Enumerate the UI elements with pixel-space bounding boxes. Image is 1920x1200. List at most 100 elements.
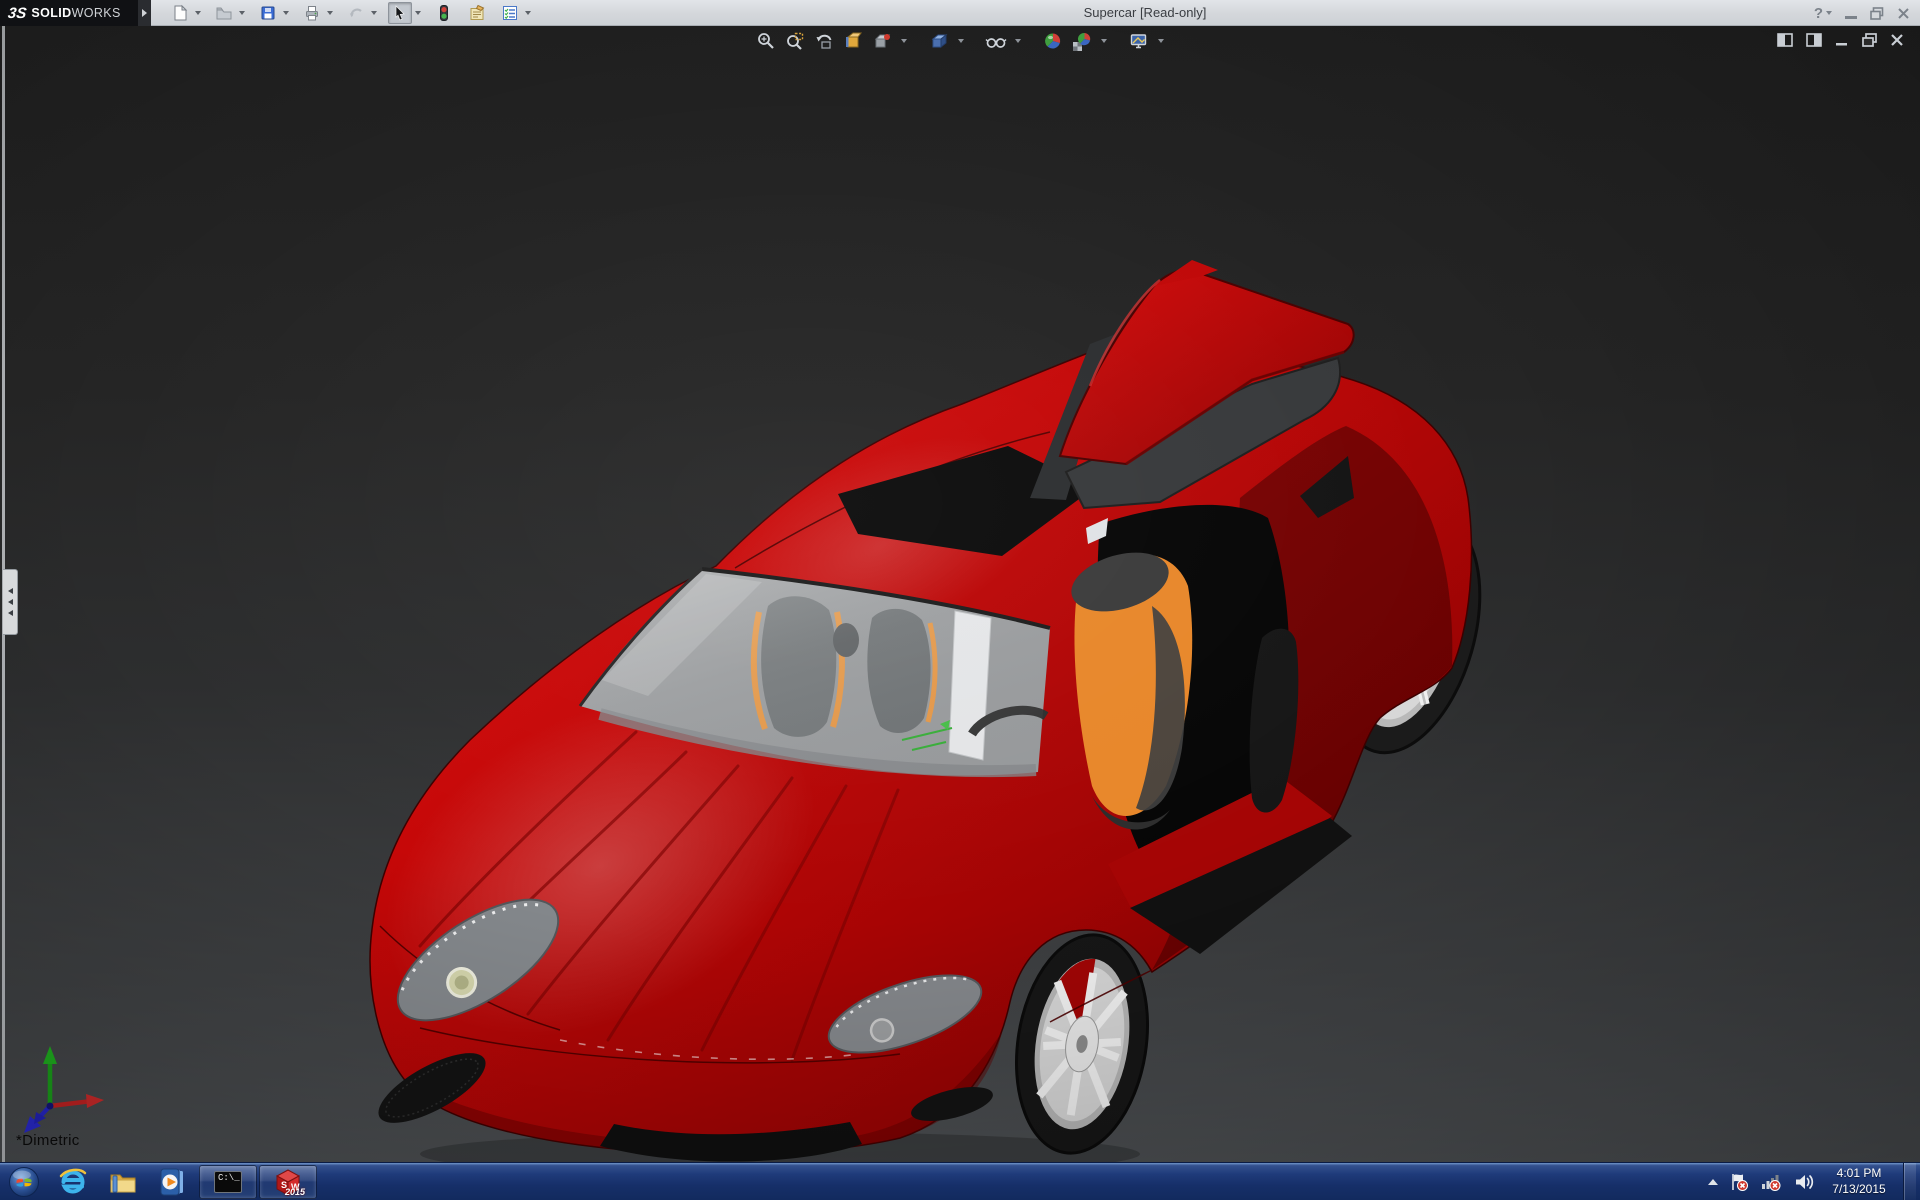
window-controls: ? (1814, 0, 1910, 26)
start-button[interactable] (0, 1163, 48, 1200)
annotation-views-button[interactable] (870, 29, 894, 53)
pane-right-button[interactable] (1806, 33, 1822, 47)
new-document-icon (171, 4, 189, 22)
restore-icon (1870, 7, 1884, 20)
open-folder-icon (215, 4, 233, 22)
pane-right-icon (1806, 33, 1822, 47)
taskbar-item-windows-explorer[interactable] (98, 1163, 148, 1200)
clock-date: 7/13/2015 (1826, 1182, 1892, 1198)
media-player-icon (158, 1167, 188, 1197)
options-button[interactable] (498, 2, 522, 24)
doc-minimize-icon (1835, 33, 1849, 47)
traffic-light-button[interactable] (432, 2, 456, 24)
new-document-dropdown[interactable] (192, 2, 203, 24)
system-tray: 4:01 PM 7/13/2015 (1708, 1163, 1920, 1200)
taskbar: C:\_ S W 2015 (0, 1162, 1920, 1200)
select-dropdown[interactable] (412, 2, 423, 24)
open-document-dropdown[interactable] (236, 2, 247, 24)
zoom-to-area-button[interactable] (783, 29, 807, 53)
view-orientation-button[interactable] (927, 29, 951, 53)
close-icon (1897, 7, 1910, 20)
network-status-button[interactable] (1760, 1172, 1782, 1192)
section-view-icon (843, 31, 863, 51)
action-center-button[interactable] (1729, 1172, 1749, 1192)
taskbar-item-internet-explorer[interactable] (48, 1163, 98, 1200)
solidworks-logo-solid: SOLID (31, 6, 71, 20)
help-button[interactable]: ? (1814, 5, 1832, 22)
annotation-views-icon (872, 31, 892, 51)
print-dropdown[interactable] (324, 2, 335, 24)
solidworks-window: 3S SOLIDWORKS (0, 0, 1920, 1200)
previous-view-button[interactable] (812, 29, 836, 53)
doc-close-button[interactable] (1890, 33, 1904, 47)
undo-button[interactable] (344, 2, 368, 24)
zoom-to-fit-button[interactable] (754, 29, 778, 53)
collapsed-panel-tab[interactable] (3, 569, 18, 635)
solidworks-app-icon: S W 2015 (273, 1168, 303, 1196)
apply-scene-icon (1071, 31, 1093, 51)
main-toolbar (168, 2, 533, 24)
help-icon: ? (1814, 5, 1823, 22)
view-orientation-icon (929, 31, 949, 51)
hide-show-items-dropdown[interactable] (1013, 29, 1023, 53)
print-icon (303, 4, 321, 22)
minimize-icon (1845, 16, 1857, 19)
restore-button[interactable] (1870, 7, 1884, 20)
solidworks-logo-works: WORKS (72, 6, 121, 20)
traffic-light-icon (435, 4, 453, 22)
zoom-to-fit-icon (756, 31, 776, 51)
supercar-model[interactable] (0, 26, 1920, 1162)
section-view-button[interactable] (841, 29, 865, 53)
open-document-button[interactable] (212, 2, 236, 24)
network-icon (1760, 1172, 1782, 1192)
annotation-views-dropdown[interactable] (899, 29, 909, 53)
view-settings-dropdown[interactable] (1156, 29, 1166, 53)
windows-start-icon (8, 1166, 40, 1198)
hide-show-items-button[interactable] (984, 29, 1008, 53)
save-floppy-icon (259, 4, 277, 22)
pane-left-icon (1777, 33, 1793, 47)
minimize-button[interactable] (1845, 8, 1857, 19)
action-center-flag-icon (1729, 1172, 1749, 1192)
select-button[interactable] (388, 2, 412, 24)
solidworks-logo[interactable]: 3S SOLIDWORKS (0, 0, 138, 26)
undo-icon (347, 4, 365, 22)
save-button[interactable] (256, 2, 280, 24)
save-dropdown[interactable] (280, 2, 291, 24)
orientation-triad (16, 1034, 116, 1134)
close-button[interactable] (1897, 7, 1910, 20)
window-title: Supercar [Read-only] (1040, 0, 1250, 26)
print-button[interactable] (300, 2, 324, 24)
menu-flyout-arrow[interactable] (138, 0, 151, 26)
graphics-area[interactable]: *Dimetric (0, 26, 1920, 1162)
clock-time: 4:01 PM (1826, 1166, 1892, 1182)
view-settings-icon (1129, 31, 1149, 51)
options-checklist-icon (501, 4, 519, 22)
undo-dropdown[interactable] (368, 2, 379, 24)
pane-left-button[interactable] (1777, 33, 1793, 47)
view-settings-button[interactable] (1127, 29, 1151, 53)
file-properties-button[interactable] (465, 2, 489, 24)
document-window-controls (1777, 33, 1904, 47)
doc-minimize-button[interactable] (1835, 33, 1849, 47)
edit-appearance-button[interactable] (1041, 29, 1065, 53)
edit-appearance-icon (1043, 31, 1063, 51)
help-dropdown-icon (1826, 11, 1832, 15)
volume-button[interactable] (1793, 1172, 1815, 1192)
internet-explorer-icon (58, 1167, 88, 1197)
zoom-to-area-icon (785, 31, 805, 51)
system-clock[interactable]: 4:01 PM 7/13/2015 (1826, 1166, 1892, 1197)
show-hidden-icons-button[interactable] (1708, 1179, 1718, 1185)
apply-scene-button[interactable] (1070, 29, 1094, 53)
taskbar-item-solidworks[interactable]: S W 2015 (259, 1165, 317, 1199)
options-dropdown[interactable] (522, 2, 533, 24)
view-orientation-dropdown[interactable] (956, 29, 966, 53)
taskbar-item-command-prompt[interactable]: C:\_ (199, 1165, 257, 1199)
taskbar-item-media-player[interactable] (148, 1163, 198, 1200)
doc-restore-button[interactable] (1862, 33, 1877, 47)
new-document-button[interactable] (168, 2, 192, 24)
solidworks-year-badge: 2015 (285, 1187, 305, 1197)
show-hidden-icons-icon (1708, 1179, 1718, 1185)
apply-scene-dropdown[interactable] (1099, 29, 1109, 53)
show-desktop-button[interactable] (1903, 1163, 1916, 1200)
